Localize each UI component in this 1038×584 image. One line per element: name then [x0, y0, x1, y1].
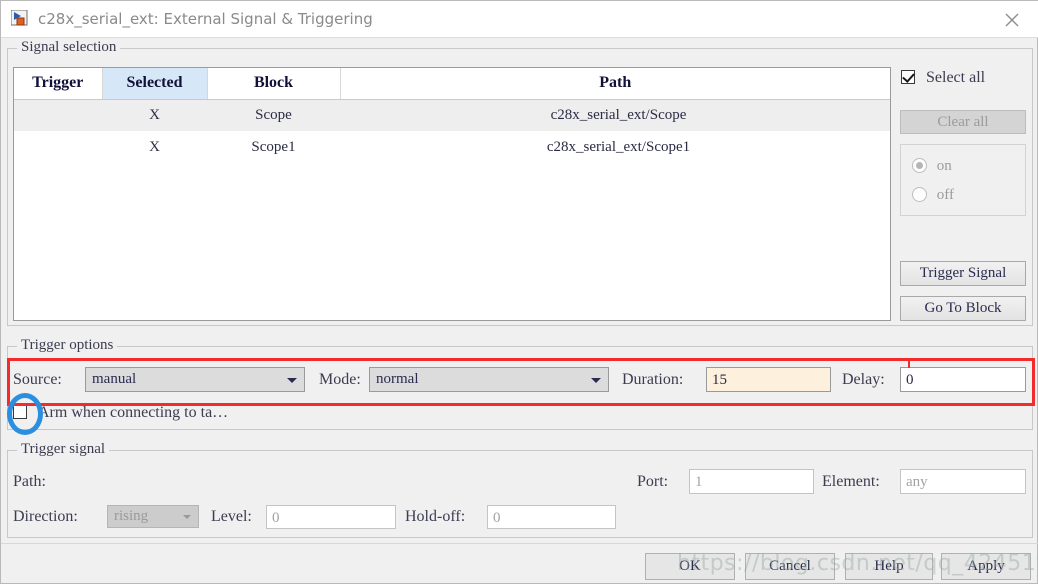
checkbox-box[interactable]	[13, 405, 27, 419]
radio-dot[interactable]	[912, 187, 927, 202]
cell-selected[interactable]: X	[102, 99, 207, 131]
help-button[interactable]: Help	[845, 553, 933, 580]
cell-block: Scope1	[251, 138, 296, 155]
port-label: Port:	[637, 473, 669, 490]
signal-selection-group-title: Signal selection	[17, 39, 121, 56]
select-all-label: Select all	[926, 69, 986, 86]
go-to-block-label: Go To Block	[924, 300, 1002, 316]
level-label: Level:	[211, 508, 252, 525]
help-label: Help	[874, 558, 904, 574]
trigger-signal-button[interactable]: Trigger Signal	[900, 261, 1026, 286]
window-title: c28x_serial_ext: External Signal & Trigg…	[38, 10, 373, 28]
port-value: 1	[695, 474, 703, 490]
column-header-selected[interactable]: Selected	[102, 68, 208, 100]
cell-trigger[interactable]	[14, 131, 102, 163]
radio-on-label: on	[936, 158, 952, 174]
cell-trigger[interactable]	[14, 99, 102, 131]
column-header-block[interactable]: Block	[207, 68, 341, 100]
chevron-down-icon	[591, 377, 601, 383]
title-bar: c28x_serial_ext: External Signal & Trigg…	[1, 1, 1038, 38]
clear-all-button[interactable]: Clear all	[900, 110, 1026, 134]
duration-value: 15	[712, 372, 727, 388]
delay-input[interactable]: 0	[900, 367, 1026, 392]
port-input[interactable]: 1	[689, 469, 814, 494]
cancel-button[interactable]: Cancel	[745, 553, 835, 580]
direction-value: rising	[114, 508, 149, 524]
element-value: any	[906, 474, 928, 490]
chevron-down-icon	[183, 514, 191, 519]
trigger-signal-label: Trigger Signal	[919, 265, 1007, 281]
delay-label: Delay:	[842, 371, 885, 388]
column-header-trigger[interactable]: Trigger	[14, 68, 103, 100]
ok-label: OK	[679, 558, 701, 574]
table-row[interactable]: X Scope c28x_serial_ext/Scope	[14, 99, 890, 131]
select-all-checkbox[interactable]: Select all	[901, 69, 985, 87]
arm-when-connecting-label: Arm when connecting to ta…	[38, 404, 229, 421]
cancel-label: Cancel	[769, 558, 811, 574]
source-value: manual	[92, 371, 137, 387]
path-label: Path:	[13, 473, 46, 490]
dialog-window: c28x_serial_ext: External Signal & Trigg…	[0, 0, 1038, 584]
table-row[interactable]: X Scope1 c28x_serial_ext/Scope1	[14, 131, 890, 163]
cell-path: c28x_serial_ext/Scope1	[546, 138, 691, 155]
holdoff-input[interactable]: 0	[487, 505, 616, 529]
go-to-block-button[interactable]: Go To Block	[900, 296, 1026, 321]
cell-selected[interactable]: X	[102, 131, 207, 163]
simulink-block-icon	[10, 9, 31, 29]
trigger-signal-group-title: Trigger signal	[17, 441, 110, 458]
close-icon[interactable]	[993, 5, 1033, 35]
cell-block: Scope	[207, 99, 340, 131]
table-header-row: Trigger Selected Block Path	[14, 68, 890, 100]
element-input[interactable]: any	[900, 469, 1026, 494]
source-label: Source:	[13, 371, 62, 388]
mode-value: normal	[376, 371, 419, 387]
trigger-state-radio-group	[900, 144, 1026, 216]
element-label: Element:	[822, 473, 880, 490]
mode-label: Mode:	[319, 371, 361, 388]
radio-off-label: off	[936, 187, 954, 203]
clear-all-label: Clear all	[937, 113, 989, 130]
trigger-options-group-title: Trigger options	[17, 337, 118, 354]
radio-option-on[interactable]: on	[912, 158, 952, 175]
cell-path: c28x_serial_ext/Scope	[340, 99, 890, 131]
radio-option-off[interactable]: off	[912, 187, 954, 204]
duration-label: Duration:	[622, 371, 684, 388]
direction-label: Direction:	[13, 508, 78, 525]
apply-label: Apply	[967, 558, 1005, 574]
column-header-path[interactable]: Path	[340, 68, 890, 100]
footer-divider	[1, 543, 1038, 544]
holdoff-label: Hold-off:	[405, 508, 466, 525]
apply-button[interactable]: Apply	[941, 553, 1031, 580]
mode-dropdown[interactable]: normal	[369, 367, 609, 392]
radio-dot[interactable]	[912, 158, 927, 173]
checkbox-box[interactable]	[901, 70, 915, 84]
direction-dropdown[interactable]: rising	[107, 505, 199, 528]
holdoff-value: 0	[493, 509, 501, 526]
level-value: 0	[272, 509, 280, 526]
delay-value: 0	[906, 372, 914, 388]
source-dropdown[interactable]: manual	[85, 367, 305, 392]
arm-when-connecting-checkbox[interactable]: Arm when connecting to ta…	[13, 404, 228, 422]
signal-table[interactable]: Trigger Selected Block Path X Scope c28x…	[13, 67, 891, 321]
level-input[interactable]: 0	[266, 505, 396, 529]
ok-button[interactable]: OK	[645, 553, 735, 580]
duration-input[interactable]: 15	[706, 367, 831, 392]
chevron-down-icon	[287, 377, 297, 383]
